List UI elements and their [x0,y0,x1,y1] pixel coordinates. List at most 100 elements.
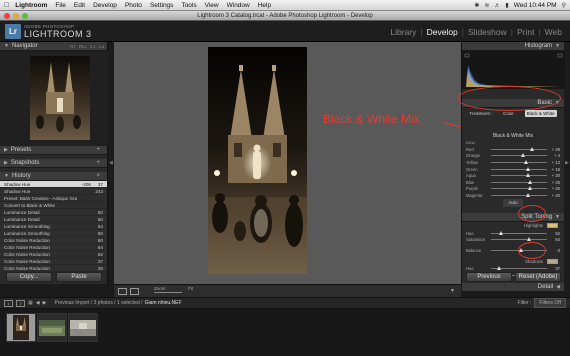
history-item[interactable]: Shadow Hue -206 37 [0,181,107,188]
filmstrip-thumb[interactable] [68,313,98,342]
balance-slider[interactable]: Balance 0 [462,247,564,254]
volume-icon[interactable]: ♬ [494,3,500,9]
history-item[interactable]: Preset: B&W Creative - Antique Grays... [0,195,107,202]
filter-dropdown[interactable]: Filters Off [534,298,566,308]
module-slideshow[interactable]: Slideshow [464,27,511,37]
bluetooth-icon[interactable]: ✱ [474,2,479,9]
zoom-window-icon[interactable] [22,13,28,19]
slider-track[interactable] [491,266,547,271]
compare-view-icon[interactable] [130,288,139,295]
slider-knob[interactable] [525,166,530,171]
split-toning-header[interactable]: Split Toning ▼ [462,212,564,222]
snapshots-header[interactable]: ▶ Snapshots + [0,159,107,168]
slider-knob[interactable] [526,173,531,178]
monitor-1-icon[interactable]: 1 [4,299,13,307]
menu-view[interactable]: View [205,2,219,9]
back-arrow-icon[interactable]: ◀ [36,300,40,306]
clear-history-icon[interactable]: × [96,173,100,179]
module-library[interactable]: Library [386,27,420,37]
navigator-header[interactable]: ▼ Navigator FIT FILL 1:1 1:4 [0,42,107,51]
add-preset-icon[interactable]: + [96,147,100,153]
bw-slider-orange[interactable]: Orange + 4 [462,153,564,160]
slider-knob[interactable] [498,230,503,235]
slider-track[interactable] [491,153,547,158]
bw-slider-yellow[interactable]: Yellow + 13 [462,159,564,166]
slider-track[interactable] [491,146,547,151]
shadows-color-swatch[interactable] [547,259,558,265]
zoom-1-1[interactable]: 1:1 [90,44,96,49]
history-item[interactable]: Luminance Smoothing 60 [0,230,107,237]
menu-app-name[interactable]: Lightroom [15,2,47,9]
copy-button[interactable]: Copy... [6,272,52,282]
history-item[interactable]: Shadow Hue 243 [0,188,107,195]
apple-menu-icon[interactable]:  [4,2,9,9]
history-item[interactable]: Color Noise Reduction 60 [0,237,107,244]
highlights-saturation-slider[interactable]: Saturation 64 [462,236,564,243]
treatment-bw-option[interactable]: Black & White [524,110,557,117]
monitor-2-icon[interactable]: 2 [16,299,25,307]
battery-icon[interactable]: ▮ [505,2,508,9]
menu-settings[interactable]: Settings [150,2,174,9]
menu-window[interactable]: Window [227,2,250,9]
paste-button[interactable]: Paste [56,272,102,282]
close-window-icon[interactable] [4,13,10,19]
history-item[interactable]: Color Noise Reduction 37 [0,258,107,265]
menu-help[interactable]: Help [258,2,271,9]
menu-file[interactable]: File [55,2,65,9]
module-print[interactable]: Print [513,27,538,37]
slider-track[interactable] [491,237,547,242]
highlights-hue-slider[interactable]: Hue 52 [462,230,564,237]
slider-knob[interactable] [520,153,525,158]
presets-header[interactable]: ▶ Presets + [0,146,107,155]
zoom-slider[interactable] [154,292,182,293]
slider-knob[interactable] [530,146,535,151]
auto-button[interactable]: Auto [503,198,523,207]
grid-view-icon[interactable]: ▦ [28,300,33,306]
forward-arrow-icon[interactable]: ▶ [43,300,47,306]
loupe-view-icon[interactable] [118,288,127,295]
bw-slider-purple[interactable]: Purple + 25 [462,186,564,193]
history-item[interactable]: Color Noise Reduction 62 [0,251,107,258]
history-header[interactable]: ▼ History × [0,172,107,181]
filmstrip-filename[interactable]: Giam nhieu.NEF [145,300,182,306]
zoom-fill[interactable]: FILL [79,44,87,49]
slider-knob[interactable] [527,179,532,184]
slider-knob[interactable] [526,192,531,197]
menu-develop[interactable]: Develop [93,2,117,9]
module-web[interactable]: Web [541,27,566,37]
history-item[interactable]: Luminance Smoothing 64 [0,223,107,230]
histogram-header[interactable]: Histogram ▼ [462,42,564,51]
slider-knob[interactable] [524,159,529,164]
zoom-1-4[interactable]: 1:4 [98,44,104,49]
history-item[interactable]: Luminance Detail 50 [0,209,107,216]
menu-photo[interactable]: Photo [125,2,142,9]
menu-edit[interactable]: Edit [74,2,85,9]
toolbar-dropdown-icon[interactable]: ▼ [450,288,455,294]
clock[interactable]: Wed 10:44 PM [514,2,557,9]
slider-knob[interactable] [526,237,531,242]
zoom-fit[interactable]: FIT [70,44,76,49]
slider-knob[interactable] [527,186,532,191]
bw-slider-blue[interactable]: Blue + 25 [462,179,564,186]
previous-button[interactable]: Previous [466,272,512,282]
slider-track[interactable] [491,179,547,184]
bw-slider-red[interactable]: Red + 29 [462,146,564,153]
menu-tools[interactable]: Tools [181,2,196,9]
reset-button[interactable]: Reset (Adobe) [515,272,561,282]
treatment-color-option[interactable]: Color [503,111,514,116]
photo-canvas[interactable] [114,42,461,284]
highlights-color-swatch[interactable] [547,223,558,229]
history-item[interactable]: Color Noise Reduction 25 [0,265,107,272]
slider-knob[interactable] [496,266,501,271]
histogram-graph[interactable] [462,51,565,89]
detail-header[interactable]: Detail ◀ [462,282,564,292]
slider-track[interactable] [491,230,547,235]
navigator-preview[interactable] [0,51,108,146]
spotlight-icon[interactable]: ⚲ [562,2,566,9]
add-snapshot-icon[interactable]: + [96,160,100,166]
slider-track[interactable] [491,166,547,171]
filmstrip-thumb[interactable] [37,313,67,342]
slider-track[interactable] [491,192,547,197]
history-item[interactable]: Luminance Detail 60 [0,216,107,223]
bw-slider-aqua[interactable]: Aqua + 20 [462,172,564,179]
